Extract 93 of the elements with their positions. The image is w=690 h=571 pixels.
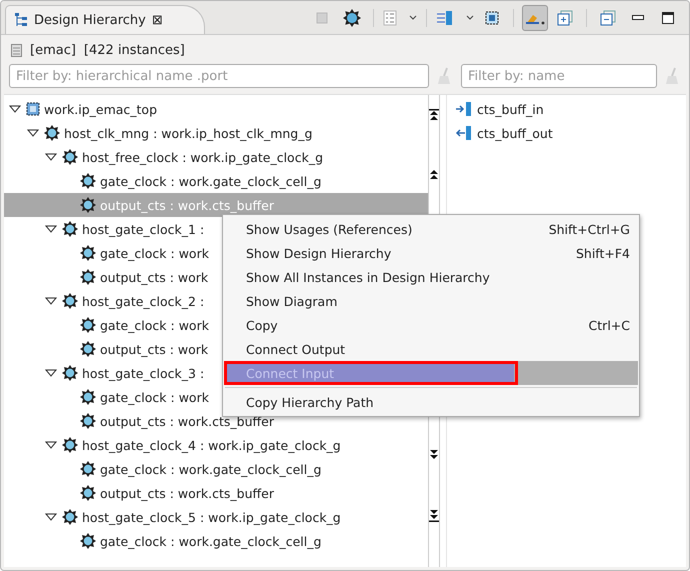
menu-item[interactable]: Show Design Hierarchy Shift+F4 xyxy=(224,241,638,265)
chip-icon xyxy=(80,341,96,357)
tree-label: output_cts : work xyxy=(100,270,208,284)
tree-label: gate_clock : work.gate_clock_cell_g xyxy=(100,174,322,188)
tree-label: output_cts : work.cts_buffer xyxy=(100,486,274,500)
chip-icon xyxy=(80,197,96,213)
menu-item[interactable]: Show Diagram xyxy=(224,289,638,313)
scroll-down-icon[interactable] xyxy=(429,450,439,460)
columns-icon[interactable] xyxy=(436,10,454,26)
document-icon xyxy=(11,44,22,57)
expand-triangle-icon[interactable] xyxy=(45,369,57,377)
hierarchy-icon xyxy=(14,12,28,28)
tree-label: host_gate_clock_1 : xyxy=(82,222,204,236)
tree-row[interactable]: host_free_clock : work.ip_gate_clock_g xyxy=(4,145,428,169)
view-tab[interactable]: Design Hierarchy ⊠ xyxy=(5,5,205,34)
chip-icon xyxy=(80,533,96,549)
scroll-bottom-icon[interactable] xyxy=(429,510,439,522)
tree-label: host_clk_mng : work.ip_host_clk_mng_g xyxy=(64,126,312,140)
shortcut-label: Shift+F4 xyxy=(576,246,630,260)
chip-icon xyxy=(80,173,96,189)
scroll-up-icon[interactable] xyxy=(429,170,439,180)
input-port-icon xyxy=(455,101,473,117)
scroll-top-icon[interactable] xyxy=(429,109,439,121)
tree-label: gate_clock : work.gate_clock_cell_g xyxy=(100,534,322,548)
caret-icon[interactable] xyxy=(466,15,474,21)
tree-row[interactable]: gate_clock : work.gate_clock_cell_g xyxy=(4,529,428,553)
collapse-all-icon[interactable] xyxy=(600,10,616,26)
unit-name: [emac] xyxy=(30,43,76,58)
caret-icon[interactable] xyxy=(409,15,417,21)
tree-label: host_gate_clock_4 : work.ip_gate_clock_g xyxy=(82,438,341,452)
tree-label: host_free_clock : work.ip_gate_clock_g xyxy=(82,150,323,164)
tree-label: gate_clock : work xyxy=(100,246,209,260)
hierarchy-filter-field[interactable]: Filter by: hierarchical name .port xyxy=(9,64,429,88)
expand-triangle-icon[interactable] xyxy=(45,297,57,305)
chip-icon xyxy=(62,365,78,381)
tree-label: gate_clock : work xyxy=(100,318,209,332)
chip-icon xyxy=(62,293,78,309)
shortcut-label: Ctrl+C xyxy=(588,318,630,332)
tree-label: output_cts : work.cts_buffer xyxy=(100,414,274,428)
tree-row[interactable]: gate_clock : work.gate_clock_cell_g xyxy=(4,457,428,481)
port-name: cts_buff_in xyxy=(477,102,544,116)
menu-item[interactable]: Show Usages (References) Shift+Ctrl+G xyxy=(224,217,638,241)
port-name: cts_buff_out xyxy=(477,126,553,140)
menu-item[interactable]: Connect Output xyxy=(224,337,638,361)
tree-row[interactable]: work.ip_emac_top xyxy=(4,97,428,121)
chip-icon xyxy=(80,461,96,477)
tree-row[interactable]: host_gate_clock_4 : work.ip_gate_clock_g xyxy=(4,433,428,457)
tree-row[interactable]: gate_clock : work.gate_clock_cell_g xyxy=(4,169,428,193)
expand-triangle-icon[interactable] xyxy=(45,513,57,521)
tree-row[interactable]: host_clk_mng : work.ip_host_clk_mng_g xyxy=(4,121,428,145)
chip-icon xyxy=(62,221,78,237)
toggle-button[interactable] xyxy=(522,5,548,31)
chip-icon xyxy=(80,269,96,285)
chip-icon xyxy=(80,413,96,429)
tree-row[interactable]: output_cts : work.cts_buffer xyxy=(4,481,428,505)
close-tab-button[interactable]: ⊠ xyxy=(152,12,163,28)
module-icon xyxy=(26,102,40,116)
menu-item[interactable]: Copy Ctrl+C xyxy=(224,313,638,337)
tree-label: gate_clock : work.gate_clock_cell_g xyxy=(100,462,322,476)
list-icon[interactable] xyxy=(383,10,397,26)
chip-icon xyxy=(80,245,96,261)
tree-label: output_cts : work xyxy=(100,342,208,356)
chip-icon[interactable] xyxy=(484,10,500,26)
expand-triangle-icon[interactable] xyxy=(45,225,57,233)
expand-triangle-icon[interactable] xyxy=(45,441,57,449)
tree-label: work.ip_emac_top xyxy=(44,102,158,116)
chip-icon xyxy=(62,149,78,165)
tab-title: Design Hierarchy xyxy=(34,12,146,28)
stop-icon xyxy=(316,12,328,24)
tree-row[interactable]: host_gate_clock_5 : work.ip_gate_clock_g xyxy=(4,505,428,529)
expand-triangle-icon[interactable] xyxy=(9,105,21,113)
tree-label: host_gate_clock_2 : xyxy=(82,294,204,308)
expand-triangle-icon[interactable] xyxy=(45,153,57,161)
tree-label: output_cts : work.cts_buffer xyxy=(100,198,274,212)
expand-all-icon[interactable] xyxy=(557,10,573,26)
minimize-icon[interactable] xyxy=(632,15,644,21)
tree-label: host_gate_clock_3 : xyxy=(82,366,204,380)
chip-icon xyxy=(80,317,96,333)
instance-count: [422 instances] xyxy=(84,43,185,58)
chip-icon xyxy=(44,125,60,141)
maximize-icon[interactable] xyxy=(662,12,674,24)
chip-icon xyxy=(62,509,78,525)
bug-icon[interactable] xyxy=(343,9,361,27)
chip-icon xyxy=(62,437,78,453)
chip-icon xyxy=(80,389,96,405)
shortcut-label: Shift+Ctrl+G xyxy=(548,222,630,236)
menu-item[interactable]: Show All Instances in Design Hierarchy xyxy=(224,265,638,289)
tree-label: gate_clock : work xyxy=(100,390,209,404)
port-filter-field[interactable]: Filter by: name xyxy=(461,64,657,88)
chip-icon xyxy=(80,485,96,501)
expand-triangle-icon[interactable] xyxy=(27,129,39,137)
output-port-icon xyxy=(455,125,473,141)
tree-label: host_gate_clock_5 : work.ip_gate_clock_g xyxy=(82,510,341,524)
